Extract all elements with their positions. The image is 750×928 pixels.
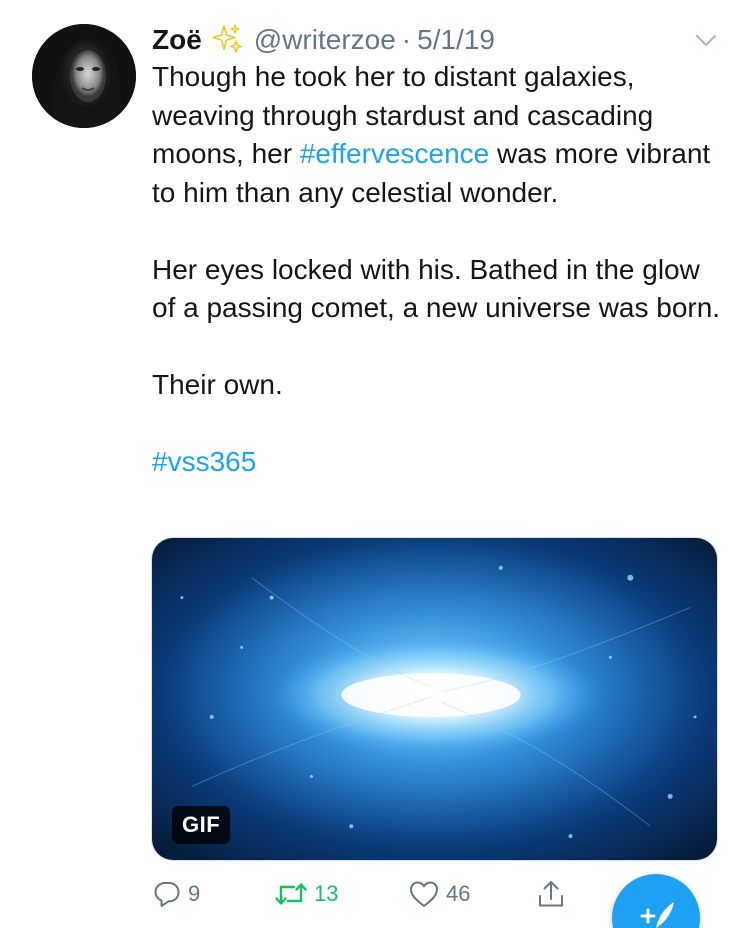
- avatar[interactable]: [32, 24, 136, 128]
- avatar-image: [32, 24, 136, 128]
- reply-button[interactable]: 9: [152, 872, 200, 916]
- tweet-date[interactable]: 5/1/19: [417, 24, 495, 56]
- reply-count: 9: [188, 881, 201, 906]
- tweet-paragraph: Their own.: [152, 369, 283, 400]
- tweet-header: Zoë @writerzoe · 5/1/19: [152, 20, 690, 60]
- retweet-count: 13: [314, 881, 339, 906]
- sparkles-icon: [210, 23, 244, 57]
- hashtag-link[interactable]: #vss365: [152, 443, 722, 482]
- like-button[interactable]: 46: [408, 872, 470, 916]
- like-count: 46: [446, 881, 471, 906]
- share-icon: [539, 881, 563, 907]
- chevron-down-icon[interactable]: [692, 26, 720, 54]
- reply-icon: [154, 882, 180, 907]
- retweet-button[interactable]: 13: [274, 872, 338, 916]
- tweet-paragraph: Her eyes locked with his. Bathed in the …: [152, 253, 721, 324]
- header-separator: ·: [401, 24, 412, 55]
- tweet-paragraph: Though he took her to distant galaxies, …: [152, 58, 722, 212]
- compose-tweet-icon: [640, 902, 674, 928]
- galaxy-image: [152, 538, 717, 860]
- author-name[interactable]: Zoë: [152, 24, 202, 56]
- gif-media[interactable]: GIF: [151, 537, 718, 861]
- author-handle[interactable]: @writerzoe: [254, 24, 396, 56]
- tweet[interactable]: Zoë @writerzoe · 5/1/19 Though he took h…: [0, 0, 750, 928]
- heart-icon: [410, 881, 438, 907]
- share-button[interactable]: [536, 872, 566, 916]
- gif-badge: GIF: [172, 806, 231, 844]
- retweet-icon: [275, 883, 307, 905]
- tweet-text: Though he took her to distant galaxies, …: [152, 58, 722, 482]
- hashtag-link[interactable]: #effervescence: [300, 138, 489, 169]
